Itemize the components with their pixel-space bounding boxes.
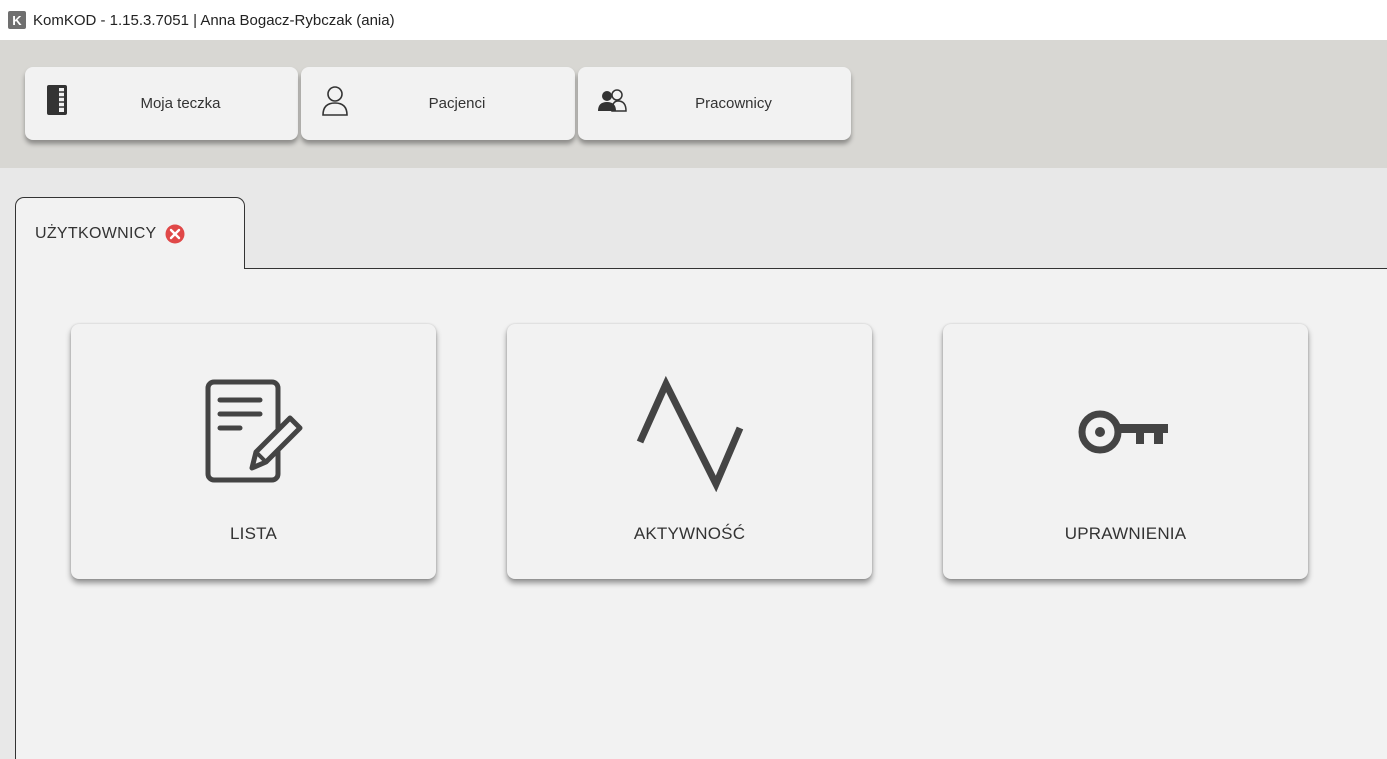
card-lista[interactable]: LISTA <box>71 324 436 579</box>
users-icon <box>598 89 627 112</box>
main-toolbar: Moja teczka Pacjenci Pracownicy <box>0 40 1387 168</box>
card-uprawnienia[interactable]: UPRAWNIENIA <box>943 324 1308 579</box>
window-titlebar: K KomKOD - 1.15.3.7051 | Anna Bogacz-Ryb… <box>0 0 1387 40</box>
card-aktywnosc[interactable]: AKTYWNOŚĆ <box>507 324 872 579</box>
notebook-icon <box>47 85 67 115</box>
nav-button-pracownicy[interactable]: Pracownicy <box>578 67 851 140</box>
user-icon <box>322 86 348 116</box>
close-icon[interactable] <box>165 224 185 244</box>
document-edit-icon <box>205 379 302 483</box>
tab-label: UŻYTKOWNICY <box>35 224 157 242</box>
tab-uzytkownicy[interactable]: UŻYTKOWNICY <box>15 197 245 269</box>
key-icon <box>1078 410 1168 454</box>
nav-button-moja-teczka[interactable]: Moja teczka <box>25 67 298 140</box>
card-label: AKTYWNOŚĆ <box>633 524 746 543</box>
app-logo: K <box>8 11 26 29</box>
nav-button-pacjenci[interactable]: Pacjenci <box>301 67 575 140</box>
window-title: KomKOD - 1.15.3.7051 | Anna Bogacz-Rybcz… <box>33 11 395 29</box>
tab-area: UŻYTKOWNICY LISTA AKTYWNOŚĆ UPRAWNIENIA <box>0 168 1387 759</box>
activity-line-icon <box>636 375 743 492</box>
card-label: LISTA <box>230 524 277 543</box>
tab-content: LISTA AKTYWNOŚĆ UPRAWNIENIA <box>15 268 1387 759</box>
card-label: UPRAWNIENIA <box>1064 524 1187 543</box>
